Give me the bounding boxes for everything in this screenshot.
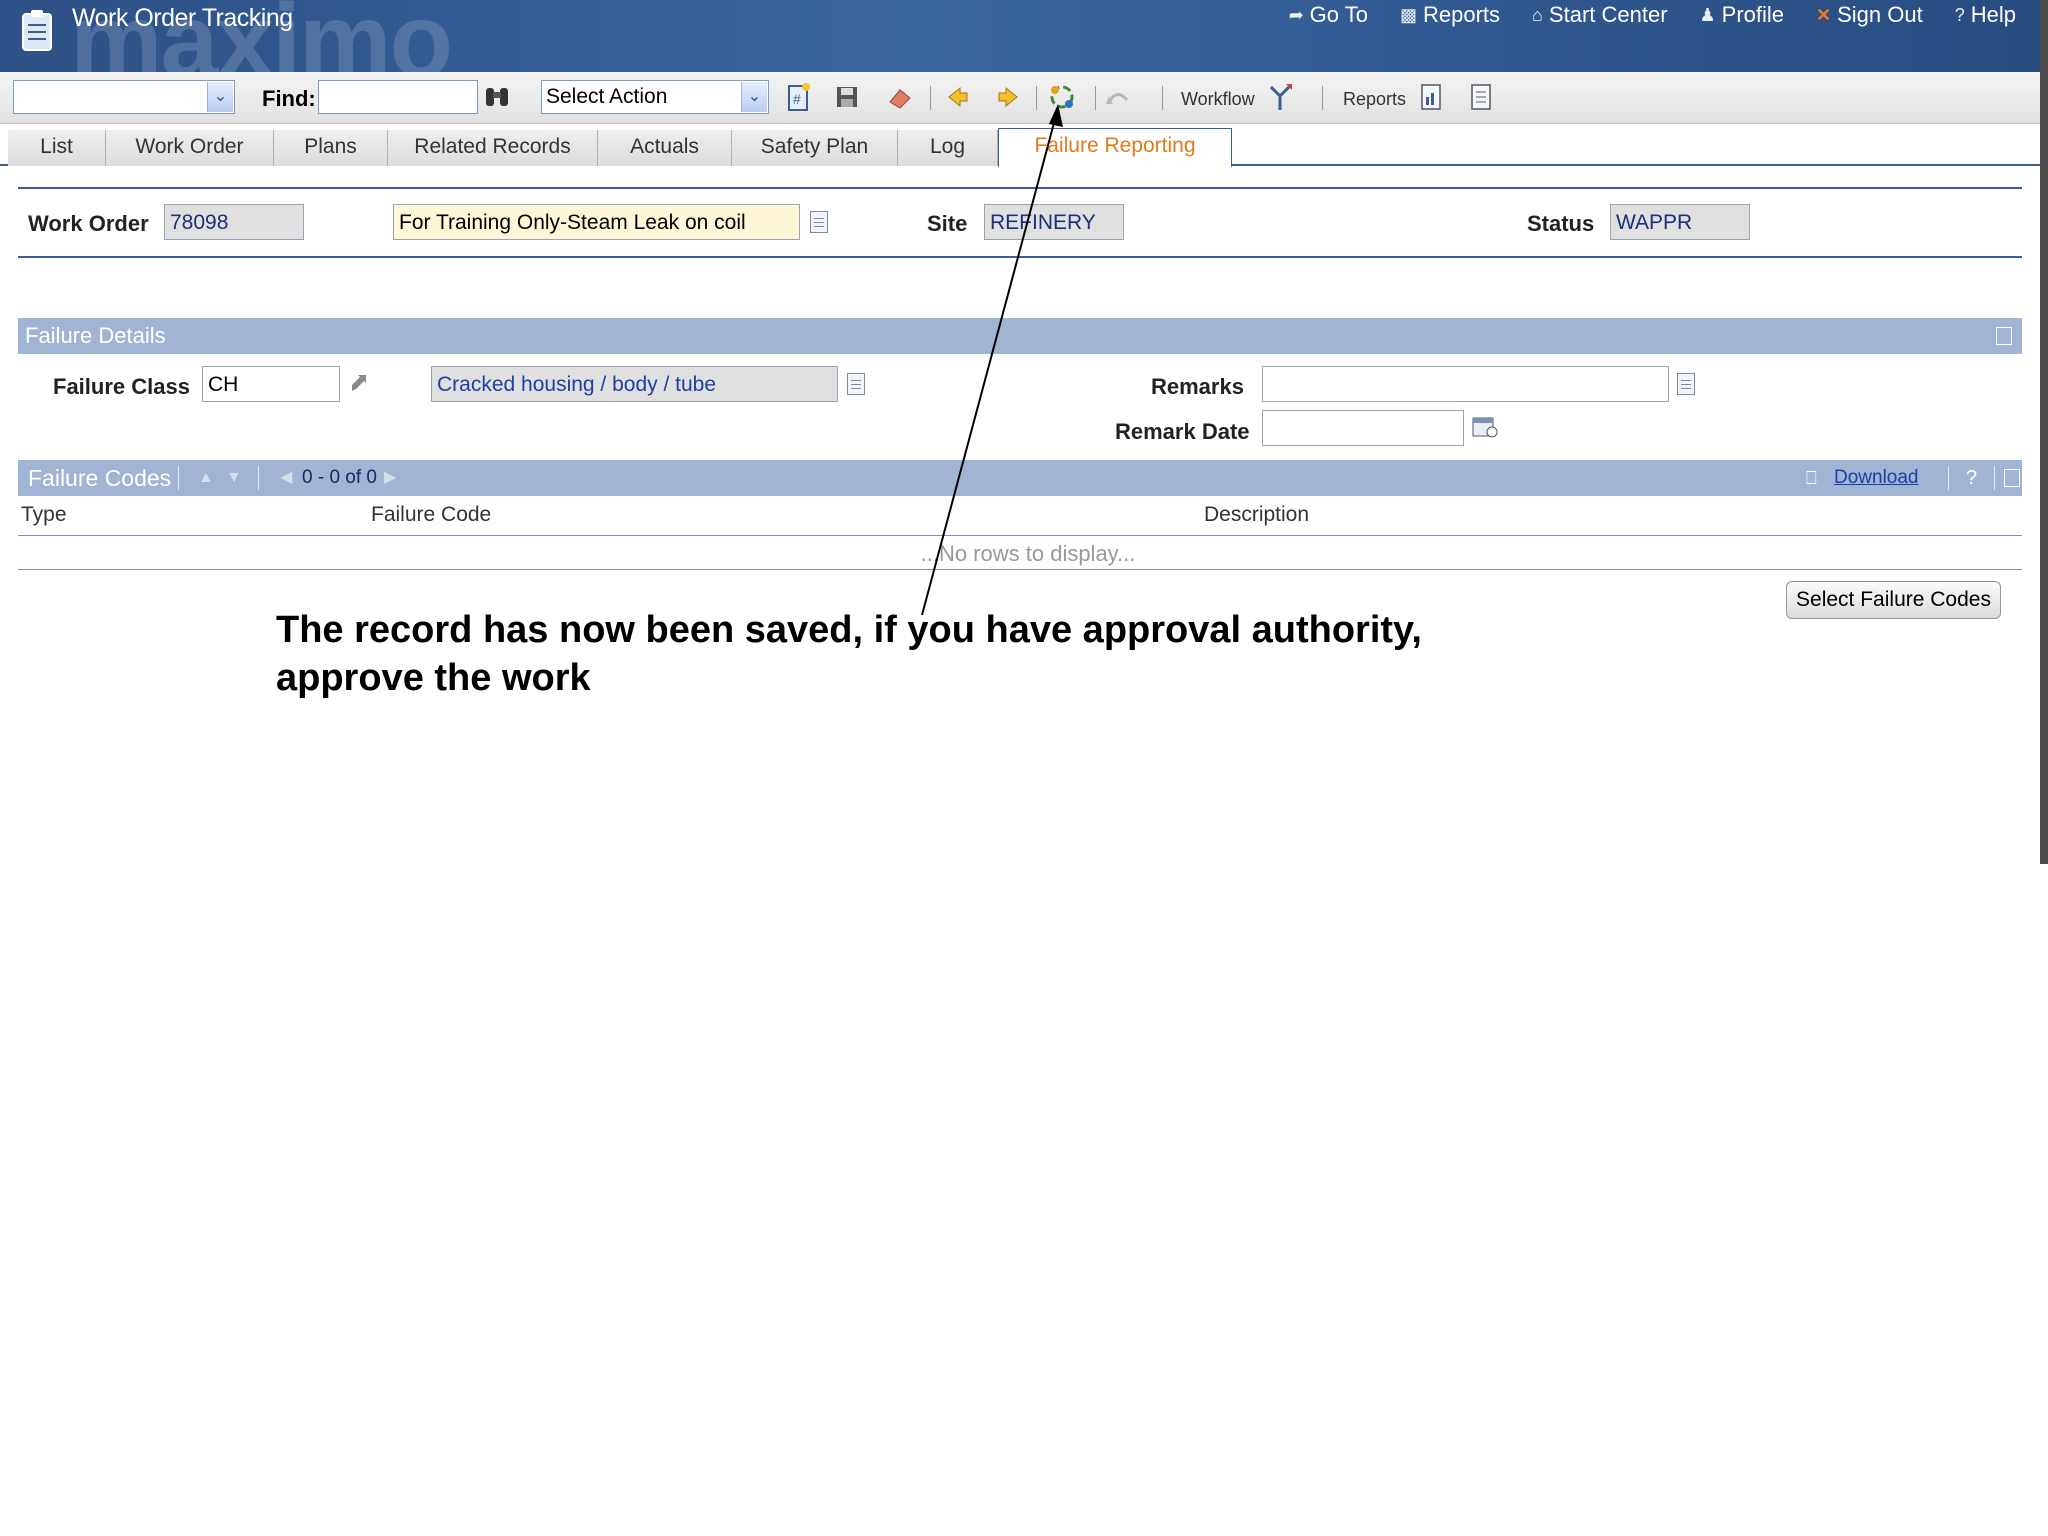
annotation-callout-text: The record has now been saved, if you ha… <box>276 609 1422 699</box>
window-edge <box>2040 0 2048 864</box>
annotation-arrow <box>921 104 1063 616</box>
